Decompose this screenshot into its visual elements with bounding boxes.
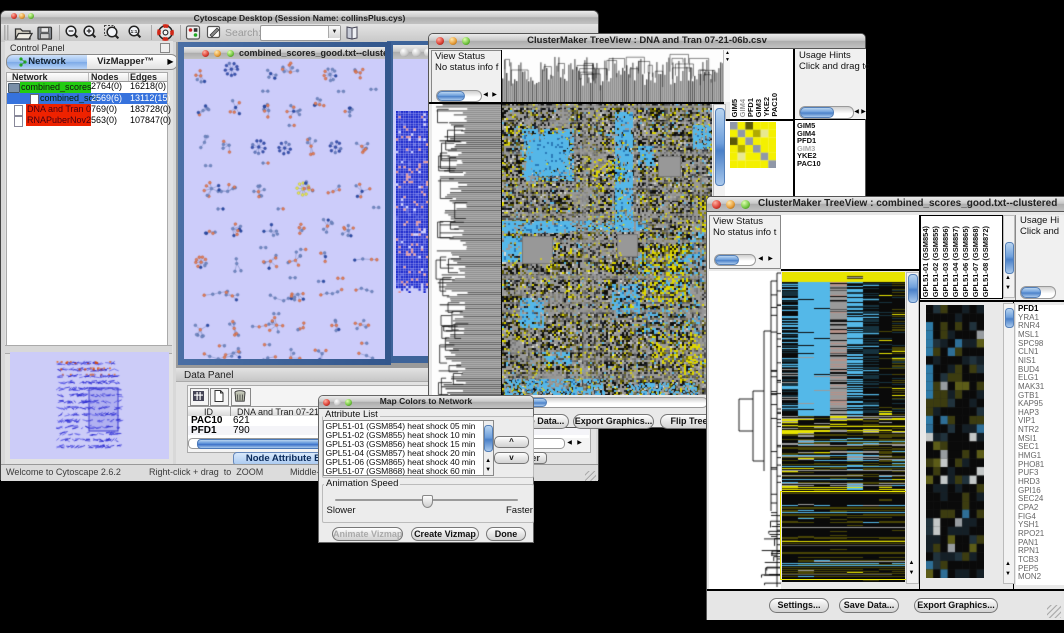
svg-text:1:1: 1:1 [131, 29, 138, 34]
